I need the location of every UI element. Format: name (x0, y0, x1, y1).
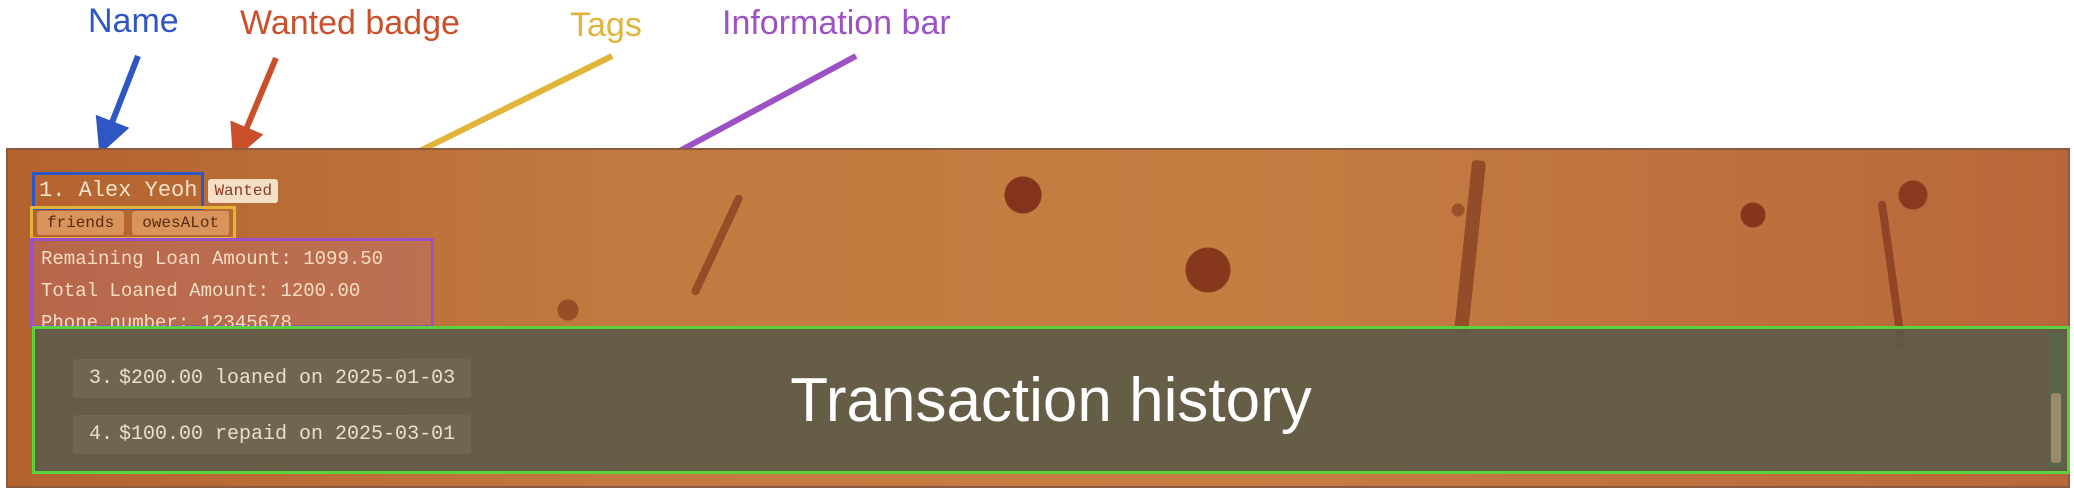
texture-streak (1453, 159, 1487, 336)
transaction-history[interactable]: 3. $200.00 loaned on 2025-01-03 4. $100.00… (32, 326, 2070, 474)
person-name: 1. Alex Yeoh (32, 172, 205, 210)
history-scrollbar[interactable] (2049, 333, 2063, 467)
history-scroll-thumb[interactable] (2051, 393, 2061, 463)
texture-streak (690, 193, 744, 297)
wanted-badge: Wanted (208, 179, 279, 203)
callout-transaction-history: Transaction history (790, 366, 1312, 435)
tag-owes-a-lot: owesALot (132, 211, 230, 235)
information-bar: Remaining Loan Amount: 1099.50 Total Loa… (30, 238, 434, 334)
tags-row: friends owesALot (30, 206, 237, 240)
tag-friends: friends (37, 211, 125, 235)
remaining-loan-amount: Remaining Loan Amount: 1099.50 (41, 248, 384, 270)
total-loaned-amount: Total Loaned Amount: 1200.00 (41, 280, 361, 302)
arrow-name (95, 54, 141, 155)
arrow-wanted-badge (230, 56, 279, 161)
name-row: 1. Alex Yeoh Wanted (32, 172, 279, 210)
person-card[interactable]: 1. Alex Yeoh Wanted friends owesALot Rem… (6, 148, 2070, 488)
